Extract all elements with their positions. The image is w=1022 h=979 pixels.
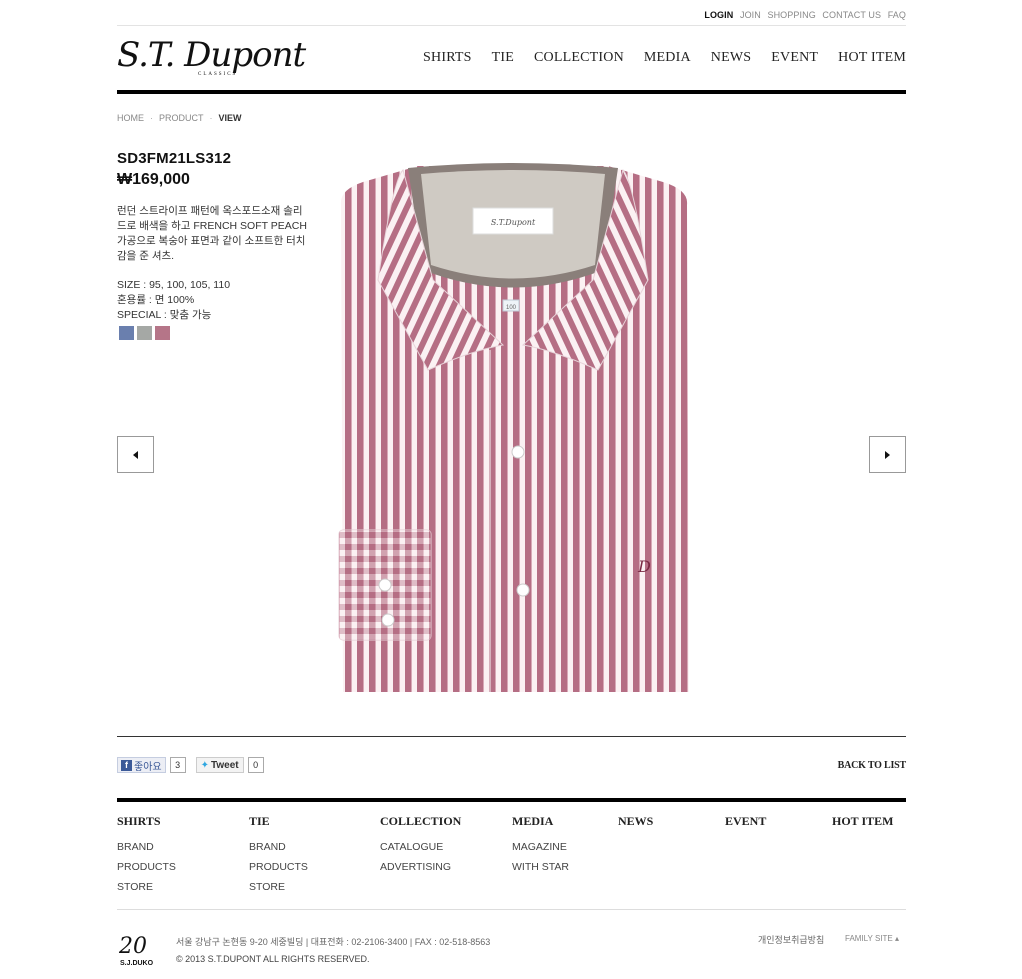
facebook-like-count: 3 xyxy=(169,757,186,773)
divider xyxy=(117,25,906,26)
swatch-gray[interactable] xyxy=(137,326,152,340)
footer-shirts-products[interactable]: PRODUCTS xyxy=(117,857,176,877)
footer-collection-catalogue[interactable]: CATALOGUE xyxy=(380,837,461,857)
prev-image-button[interactable] xyxy=(117,436,154,473)
breadcrumb-sep: · xyxy=(209,113,213,123)
footer-tie-title[interactable]: TIE xyxy=(249,814,308,829)
breadcrumb: HOME · PRODUCT · VIEW xyxy=(117,113,242,123)
faq-link[interactable]: FAQ xyxy=(888,10,906,20)
header-divider xyxy=(117,90,906,94)
product-price: ₩169,000 xyxy=(117,171,190,188)
company-address: 서울 강남구 논현동 9-20 세중빌딩 | 대표전화 : 02-2106-34… xyxy=(176,937,491,947)
footer-shirts-store[interactable]: STORE xyxy=(117,877,176,897)
nav-shirts[interactable]: SHIRTS xyxy=(423,50,472,66)
footer-collection-advertising[interactable]: ADVERTISING xyxy=(380,857,461,877)
footer-col-media: MEDIA MAGAZINE WITH STAR xyxy=(512,814,569,877)
brand-logo-sub: CLASSICS xyxy=(198,72,238,77)
swatch-pink[interactable] xyxy=(155,326,170,340)
breadcrumb-sep: · xyxy=(150,113,153,123)
copyright: © 2013 S.T.DUPONT ALL RIGHTS RESERVED. xyxy=(176,954,370,964)
tweet-count: 0 xyxy=(247,757,264,773)
footer-news-title[interactable]: NEWS xyxy=(618,814,653,829)
footer-shirts-title[interactable]: SHIRTS xyxy=(117,814,176,829)
footer-col-hot-item: HOT ITEM xyxy=(832,814,893,837)
footer-col-news: NEWS xyxy=(618,814,653,837)
product-material: 혼용률 : 면 100% xyxy=(117,294,195,306)
login-link[interactable]: LOGIN xyxy=(704,10,733,20)
footer-tie-store[interactable]: STORE xyxy=(249,877,308,897)
utility-menu: LOGIN JOIN SHOPPING CONTACT US FAQ xyxy=(700,10,906,20)
footer-tie-brand[interactable]: BRAND xyxy=(249,837,308,857)
footer-tie-products[interactable]: PRODUCTS xyxy=(249,857,308,877)
main-nav: SHIRTS TIE COLLECTION MEDIA NEWS EVENT H… xyxy=(403,50,906,66)
footer-col-event: EVENT xyxy=(725,814,766,837)
social-share: f 좋아요 3 ✦ Tweet 0 xyxy=(117,757,264,773)
footer-hot-item-title[interactable]: HOT ITEM xyxy=(832,814,893,829)
footer-event-title[interactable]: EVENT xyxy=(725,814,766,829)
join-link[interactable]: JOIN xyxy=(740,10,761,20)
product-size: SIZE : 95, 100, 105, 110 xyxy=(117,279,231,291)
swatch-blue[interactable] xyxy=(119,326,134,340)
product-specs: SIZE : 95, 100, 105, 110 혼용률 : 면 100% SP… xyxy=(117,278,230,323)
nav-news[interactable]: NEWS xyxy=(711,50,751,66)
product-special: SPECIAL : 맞춤 가능 xyxy=(117,309,212,321)
nav-collection[interactable]: COLLECTION xyxy=(534,50,624,66)
next-image-button[interactable] xyxy=(869,436,906,473)
color-swatches xyxy=(119,326,170,340)
footer-logo: 20 xyxy=(119,934,147,959)
nav-tie[interactable]: TIE xyxy=(492,50,514,66)
footer-col-collection: COLLECTION CATALOGUE ADVERTISING xyxy=(380,814,461,877)
facebook-like-button[interactable]: f 좋아요 xyxy=(117,757,166,773)
footer-media-title[interactable]: MEDIA xyxy=(512,814,569,829)
divider xyxy=(117,909,906,910)
product-description: 런던 스트라이프 패턴에 옥스포드소재 솔리드로 배색을 하고 FRENCH S… xyxy=(117,205,307,262)
footer-media-with-star[interactable]: WITH STAR xyxy=(512,857,569,877)
tweet-button[interactable]: ✦ Tweet xyxy=(195,757,244,773)
arrow-left-icon xyxy=(133,450,138,459)
facebook-icon: f xyxy=(121,759,132,771)
shopping-link[interactable]: SHOPPING xyxy=(767,10,815,20)
breadcrumb-product[interactable]: PRODUCT xyxy=(159,113,204,123)
monogram-text: D xyxy=(637,557,651,576)
nav-hot-item[interactable]: HOT ITEM xyxy=(838,50,906,66)
brand-logo[interactable]: S.T. Dupont xyxy=(117,38,306,72)
contact-link[interactable]: CONTACT US xyxy=(822,10,881,20)
footer-collection-title[interactable]: COLLECTION xyxy=(380,814,461,829)
twitter-icon: ✦ xyxy=(200,759,209,771)
nav-media[interactable]: MEDIA xyxy=(644,50,691,66)
divider xyxy=(117,736,906,737)
footer-col-tie: TIE BRAND PRODUCTS STORE xyxy=(249,814,308,897)
breadcrumb-home[interactable]: HOME xyxy=(117,113,144,123)
family-site-select[interactable]: FAMILY SITE ▴ xyxy=(845,934,899,943)
arrow-right-icon xyxy=(885,450,890,459)
footer-col-shirts: SHIRTS BRAND PRODUCTS STORE xyxy=(117,814,176,897)
product-code: SD3FM21LS312 xyxy=(117,150,232,167)
footer-logo-sub: S.J.DUKO xyxy=(120,960,154,967)
footer-divider xyxy=(117,798,906,802)
nav-event[interactable]: EVENT xyxy=(771,50,818,66)
size-tag-text: 100 xyxy=(506,305,517,311)
back-to-list-link[interactable]: BACK TO LIST xyxy=(838,760,907,771)
tweet-label: Tweet xyxy=(211,759,239,771)
collar-label-text: S.T.Dupont xyxy=(491,218,536,227)
privacy-policy-link[interactable]: 개인정보취급방침 xyxy=(758,933,824,946)
facebook-like-label: 좋아요 xyxy=(134,761,162,773)
footer-media-magazine[interactable]: MAGAZINE xyxy=(512,837,569,857)
breadcrumb-current: VIEW xyxy=(218,113,242,123)
product-image: S.T.Dupont 100 D xyxy=(338,163,689,692)
footer-shirts-brand[interactable]: BRAND xyxy=(117,837,176,857)
